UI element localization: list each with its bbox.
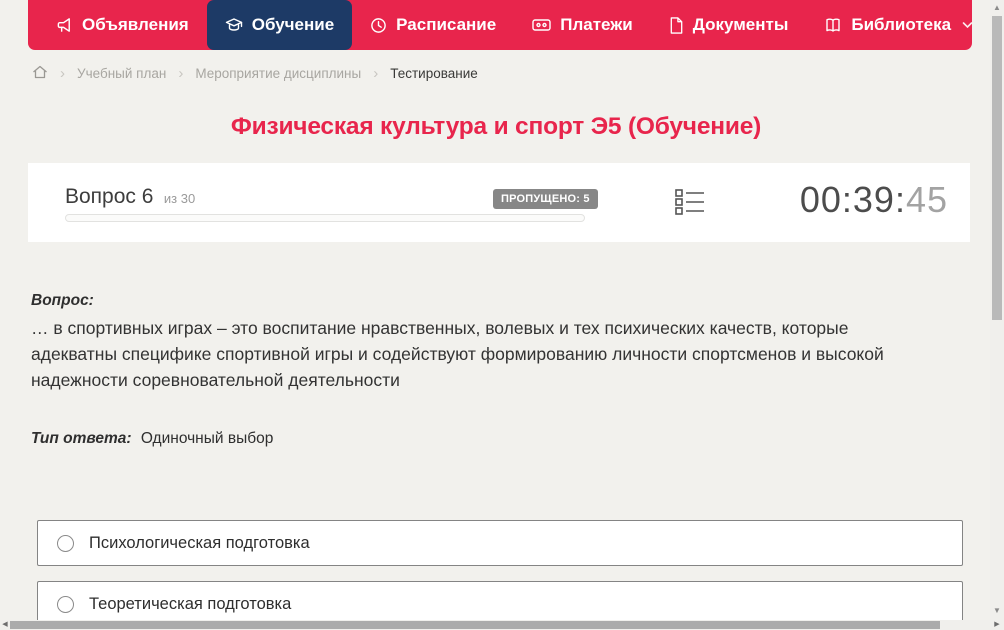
breadcrumb-separator-icon: › bbox=[373, 64, 379, 82]
nav-item-schedule[interactable]: Расписание bbox=[352, 0, 514, 50]
question-label: Вопрос: bbox=[31, 292, 94, 309]
timer-main: 00:39: bbox=[799, 179, 906, 220]
question-list-button[interactable] bbox=[673, 188, 707, 220]
breadcrumb: › Учебный план › Мероприятие дисциплины … bbox=[32, 62, 478, 84]
breadcrumb-item-discipline-event[interactable]: Мероприятие дисциплины bbox=[195, 66, 361, 81]
horizontal-scrollbar-thumb[interactable] bbox=[10, 621, 940, 629]
breadcrumb-item-testing: Тестирование bbox=[390, 65, 478, 81]
scroll-down-arrow-icon[interactable]: ▼ bbox=[990, 604, 1004, 618]
chevron-down-icon bbox=[962, 21, 973, 29]
nav-item-payments[interactable]: Платежи bbox=[514, 0, 651, 50]
question-list-icon bbox=[675, 188, 705, 220]
graduation-cap-icon bbox=[225, 17, 243, 34]
answer-option-label: Психологическая подготовка bbox=[89, 533, 310, 552]
timer-seconds: 45 bbox=[905, 179, 948, 220]
question-number: Вопрос 6 bbox=[65, 185, 154, 208]
question-panel: Вопрос 6 из 30 ПРОПУЩЕНО: 5 00:39:45 bbox=[28, 163, 970, 242]
nav-item-label: Библиотека bbox=[851, 15, 952, 34]
nav-item-library[interactable]: Библиотека bbox=[806, 0, 991, 50]
nav-item-label: Документы bbox=[692, 15, 789, 34]
radio-button[interactable] bbox=[57, 595, 74, 613]
breadcrumb-separator-icon: › bbox=[178, 64, 184, 82]
scroll-up-arrow-icon[interactable]: ▲ bbox=[990, 1, 1004, 15]
scroll-left-arrow-icon[interactable]: ◀ bbox=[0, 620, 10, 630]
scroll-right-arrow-icon[interactable]: ▶ bbox=[992, 620, 1002, 630]
answer-option-label: Теоретическая подготовка bbox=[89, 594, 292, 613]
question-total: из 30 bbox=[163, 191, 196, 206]
vertical-scrollbar-thumb[interactable] bbox=[992, 16, 1002, 320]
book-icon bbox=[824, 17, 842, 34]
answer-type-row: Тип ответа: Одиночный выбор bbox=[31, 430, 273, 448]
answer-type-label: Тип ответа: bbox=[31, 430, 132, 447]
megaphone-icon bbox=[56, 17, 73, 34]
nav-item-label: Объявления bbox=[82, 15, 189, 34]
top-navbar: Объявления Обучение Расписание Платежи Д… bbox=[28, 0, 973, 50]
vertical-scrollbar[interactable]: ▲ ▼ bbox=[990, 0, 1004, 620]
nav-item-label: Обучение bbox=[251, 15, 335, 34]
page-title: Физическая культура и спорт Э5 (Обучение… bbox=[230, 113, 762, 140]
home-icon[interactable] bbox=[32, 64, 48, 83]
answer-type-value: Одиночный выбор bbox=[140, 430, 274, 447]
horizontal-scrollbar[interactable]: ◀ ▶ bbox=[0, 620, 1004, 630]
nav-item-label: Расписание bbox=[396, 15, 497, 34]
timer: 00:39:45 bbox=[800, 179, 948, 221]
radio-button[interactable] bbox=[57, 534, 74, 552]
document-icon bbox=[669, 16, 684, 34]
skipped-badge: ПРОПУЩЕНО: 5 bbox=[493, 189, 598, 209]
nav-item-education[interactable]: Обучение bbox=[206, 0, 353, 50]
question-text: … в спортивных играх – это воспитание нр… bbox=[31, 318, 884, 390]
clock-icon bbox=[370, 17, 387, 34]
nav-item-documents[interactable]: Документы bbox=[651, 0, 807, 50]
breadcrumb-separator-icon: › bbox=[60, 64, 65, 82]
nav-item-label: Платежи bbox=[560, 15, 633, 34]
nav-item-announcements[interactable]: Объявления bbox=[38, 0, 207, 50]
question-counter: Вопрос 6 из 30 bbox=[65, 185, 195, 209]
breadcrumb-item-curriculum[interactable]: Учебный план bbox=[77, 66, 166, 81]
answer-option-psychological[interactable]: Психологическая подготовка bbox=[37, 520, 963, 566]
progress-bar bbox=[65, 214, 585, 222]
credit-card-icon bbox=[532, 17, 551, 33]
